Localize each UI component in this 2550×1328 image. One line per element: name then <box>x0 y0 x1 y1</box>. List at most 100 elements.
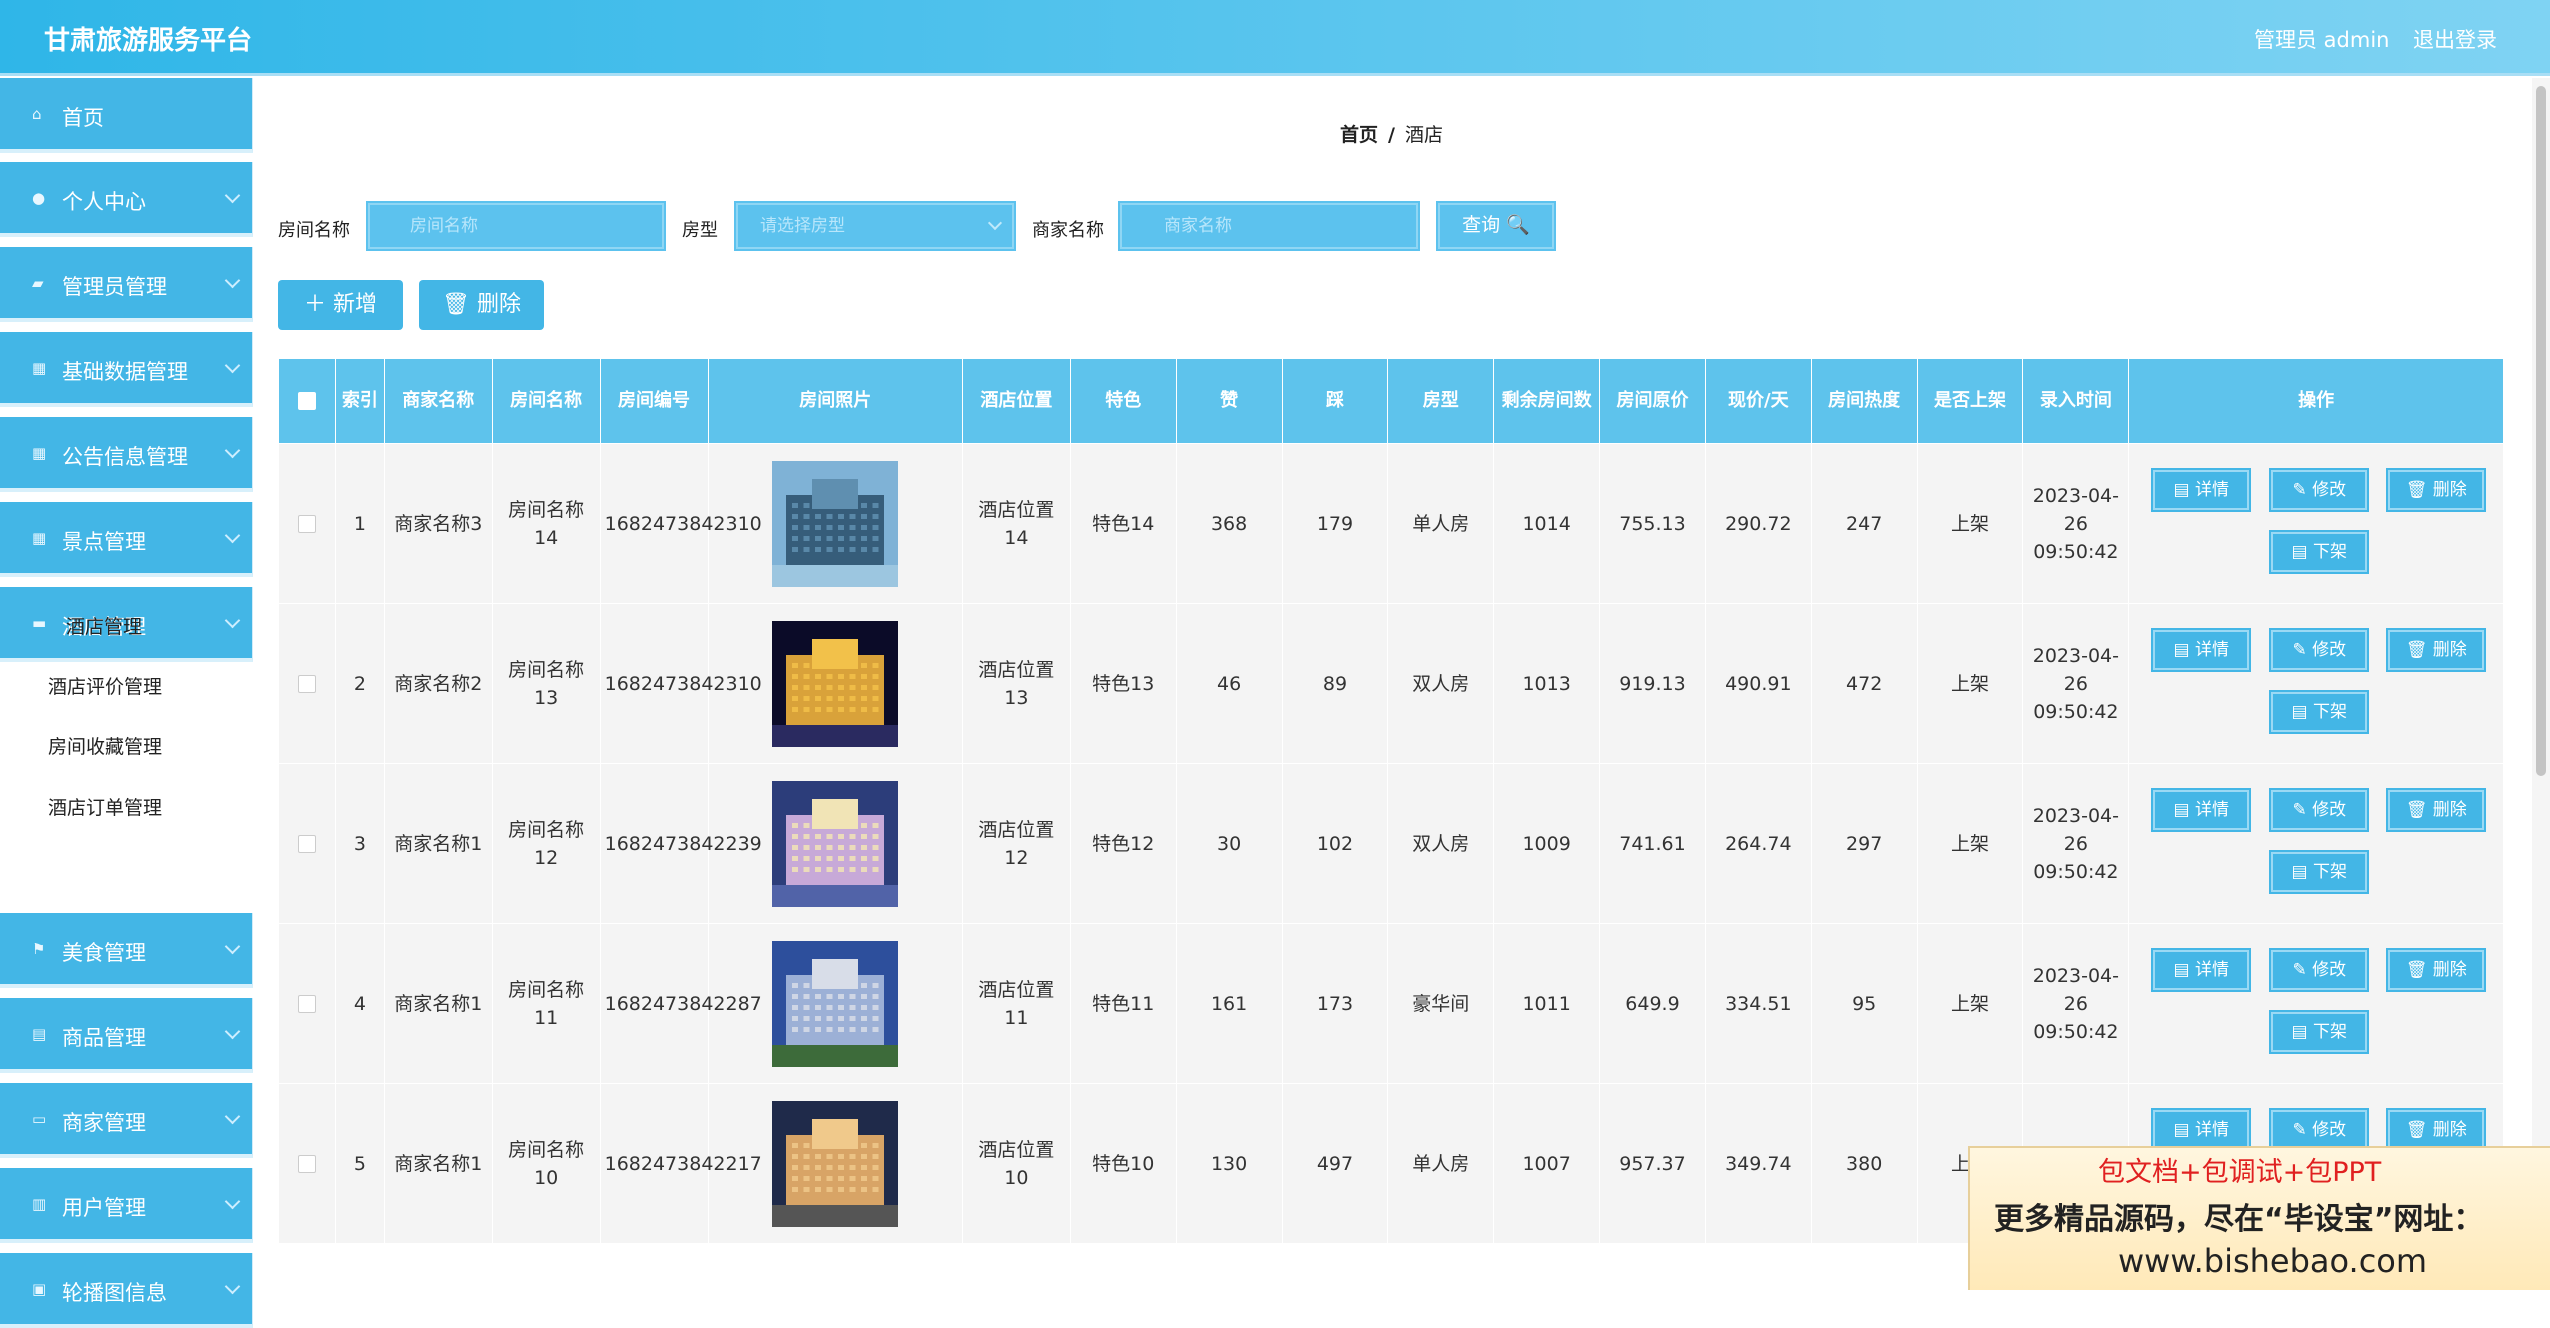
sidebar-item-label: 商品管理 <box>62 1026 146 1050</box>
cell-type: 豪华间 <box>1387 923 1495 1084</box>
sidebar-item-3[interactable]: ▦ 基础数据管理 <box>0 332 253 407</box>
detail-button[interactable]: ▤ 详情 <box>2151 628 2252 672</box>
ad-line-2: 更多精品源码，尽在“毕设宝”网址： <box>1994 1202 2484 1237</box>
col-header-3: 房间名称 <box>491 358 601 444</box>
sidebar-item-label: 景点管理 <box>62 530 146 554</box>
unlist-button[interactable]: ▤ 下架 <box>2269 690 2370 734</box>
cell-remaining: 1007 <box>1493 1083 1601 1244</box>
cell-dislikes: 173 <box>1281 923 1389 1084</box>
col-header-14: 房间热度 <box>1810 358 1918 444</box>
row-checkbox[interactable] <box>297 1155 316 1173</box>
cell-remaining: 1013 <box>1493 603 1601 764</box>
cell-dislikes: 179 <box>1281 443 1389 604</box>
sidebar-item-7[interactable]: ⚑ 美食管理 <box>0 913 253 988</box>
cell-price: 264.74 <box>1704 763 1812 924</box>
row-select-cell[interactable] <box>278 443 336 604</box>
sidebar-item-2[interactable]: ▰ 管理员管理 <box>0 247 253 322</box>
add-button[interactable]: ＋ 新增 <box>278 280 403 330</box>
cell-index: 2 <box>334 603 385 764</box>
table-row: 2 商家名称2 房间名称13 1682473842310 酒店位置13 特色13 46 89 双… <box>278 603 2504 764</box>
row-select-cell[interactable] <box>278 1083 336 1244</box>
sidebar-item-4[interactable]: ▦ 公告信息管理 <box>0 417 253 492</box>
detail-button[interactable]: ▤ 详情 <box>2151 1108 2252 1152</box>
hotel-table: 索引 商家名称 房间名称 房间编号 房间照片 酒店位置 特色赞踩房型 剩余房间数 房间原价 现价/… <box>278 358 2504 1244</box>
edit-button[interactable]: ✎ 修改 <box>2269 948 2370 992</box>
sidebar-item-label: 轮播图信息 <box>62 1281 167 1305</box>
row-select-cell[interactable] <box>278 603 336 764</box>
cell-price: 349.74 <box>1704 1083 1812 1244</box>
ops-cell: ▤ 详情 ✎ 修改 🗑 删除 ▤ 下架 <box>2128 763 2504 924</box>
room-type-select[interactable] <box>734 201 1016 251</box>
sidebar-subitem-3[interactable]: 酒店订单管理 <box>48 793 162 820</box>
edit-button[interactable]: ✎ 修改 <box>2269 468 2370 512</box>
table-row: 4 商家名称1 房间名称11 1682473842287 酒店位置11 特色11 161 17… <box>278 923 2504 1084</box>
cell-listed: 上架 <box>1916 923 2024 1084</box>
ad-line-3: www.bishebao.com <box>2118 1242 2428 1280</box>
user-icon: ● <box>32 189 46 207</box>
merchant-name-label: 商家名称 <box>1032 220 1104 241</box>
col-header-0[interactable] <box>278 358 336 444</box>
scrollbar-thumb[interactable] <box>2536 86 2546 776</box>
chevron-down-icon <box>224 1278 241 1295</box>
query-button[interactable]: 查询 🔍 <box>1436 201 1556 251</box>
sidebar-subitem-1[interactable]: 酒店评价管理 <box>48 672 162 699</box>
cell-feature: 特色13 <box>1069 603 1177 764</box>
sidebar-subitem-0[interactable]: 酒店管理 <box>66 612 142 639</box>
batch-delete-button[interactable]: 🗑 删除 <box>419 280 544 330</box>
delete-button[interactable]: 🗑 删除 <box>2386 628 2487 672</box>
row-checkbox[interactable] <box>297 995 316 1013</box>
detail-button[interactable]: ▤ 详情 <box>2151 948 2252 992</box>
breadcrumb: 首页 / 酒店 <box>1340 120 1443 147</box>
breadcrumb-home[interactable]: 首页 <box>1340 124 1378 146</box>
sidebar-item-9[interactable]: ▭ 商家管理 <box>0 1083 253 1158</box>
edit-button[interactable]: ✎ 修改 <box>2269 1108 2370 1152</box>
sidebar-subitem-2[interactable]: 房间收藏管理 <box>48 732 162 759</box>
sidebar-item-1[interactable]: ● 个人中心 <box>0 162 253 237</box>
cell-index: 4 <box>334 923 385 1084</box>
delete-button[interactable]: 🗑 删除 <box>2386 948 2487 992</box>
row-checkbox[interactable] <box>297 835 316 853</box>
sidebar-item-10[interactable]: ▥ 用户管理 <box>0 1168 253 1243</box>
edit-button[interactable]: ✎ 修改 <box>2269 628 2370 672</box>
cell-remaining: 1014 <box>1493 443 1601 604</box>
room-name-input[interactable] <box>366 201 666 251</box>
row-checkbox[interactable] <box>297 515 316 533</box>
cell-location: 酒店位置10 <box>961 1083 1071 1244</box>
cell-orig_price: 649.9 <box>1599 923 1706 1084</box>
row-checkbox[interactable] <box>297 675 316 693</box>
ad-banner[interactable]: 包文档+包调试+包PPT 更多精品源码，尽在“毕设宝”网址： www.bishe… <box>1968 1146 2550 1290</box>
detail-button[interactable]: ▤ 详情 <box>2151 788 2252 832</box>
row-select-cell[interactable] <box>278 763 336 924</box>
cell-likes: 130 <box>1175 1083 1283 1244</box>
image-icon: ▣ <box>32 1280 47 1298</box>
select-all-checkbox[interactable] <box>297 392 316 410</box>
sidebar-item-11[interactable]: ▣ 轮播图信息 <box>0 1253 253 1328</box>
chart-icon: ▥ <box>32 1195 47 1213</box>
sidebar-item-label: 商家管理 <box>62 1111 146 1135</box>
room-photo <box>772 620 899 747</box>
cell-orig_price: 919.13 <box>1599 603 1706 764</box>
cell-time: 2023-04-26 09:50:42 <box>2022 923 2130 1084</box>
chevron-down-icon <box>224 938 241 955</box>
detail-button[interactable]: ▤ 详情 <box>2151 468 2252 512</box>
cell-merchant: 商家名称1 <box>383 763 493 924</box>
delete-button[interactable]: 🗑 删除 <box>2386 1108 2487 1152</box>
cell-merchant: 商家名称2 <box>383 603 493 764</box>
unlist-button[interactable]: ▤ 下架 <box>2269 850 2370 894</box>
merchant-name-input[interactable] <box>1118 201 1420 251</box>
sidebar-item-5[interactable]: ▦ 景点管理 <box>0 502 253 577</box>
logout-link[interactable]: 退出登录 <box>2413 24 2497 54</box>
sidebar-item-0[interactable]: ⌂ 首页 <box>0 78 253 153</box>
sidebar-item-8[interactable]: ▤ 商品管理 <box>0 998 253 1073</box>
cell-feature: 特色12 <box>1069 763 1177 924</box>
unlist-button[interactable]: ▤ 下架 <box>2269 530 2370 574</box>
unlist-button[interactable]: ▤ 下架 <box>2269 1010 2370 1054</box>
delete-button[interactable]: 🗑 删除 <box>2386 788 2487 832</box>
row-select-cell[interactable] <box>278 923 336 1084</box>
room-name-label: 房间名称 <box>278 220 350 241</box>
sidebar-item-label: 首页 <box>62 106 104 130</box>
delete-button[interactable]: 🗑 删除 <box>2386 468 2487 512</box>
cell-room_no: 1682473842217 <box>599 1083 762 1244</box>
cell-location: 酒店位置13 <box>961 603 1071 764</box>
edit-button[interactable]: ✎ 修改 <box>2269 788 2370 832</box>
